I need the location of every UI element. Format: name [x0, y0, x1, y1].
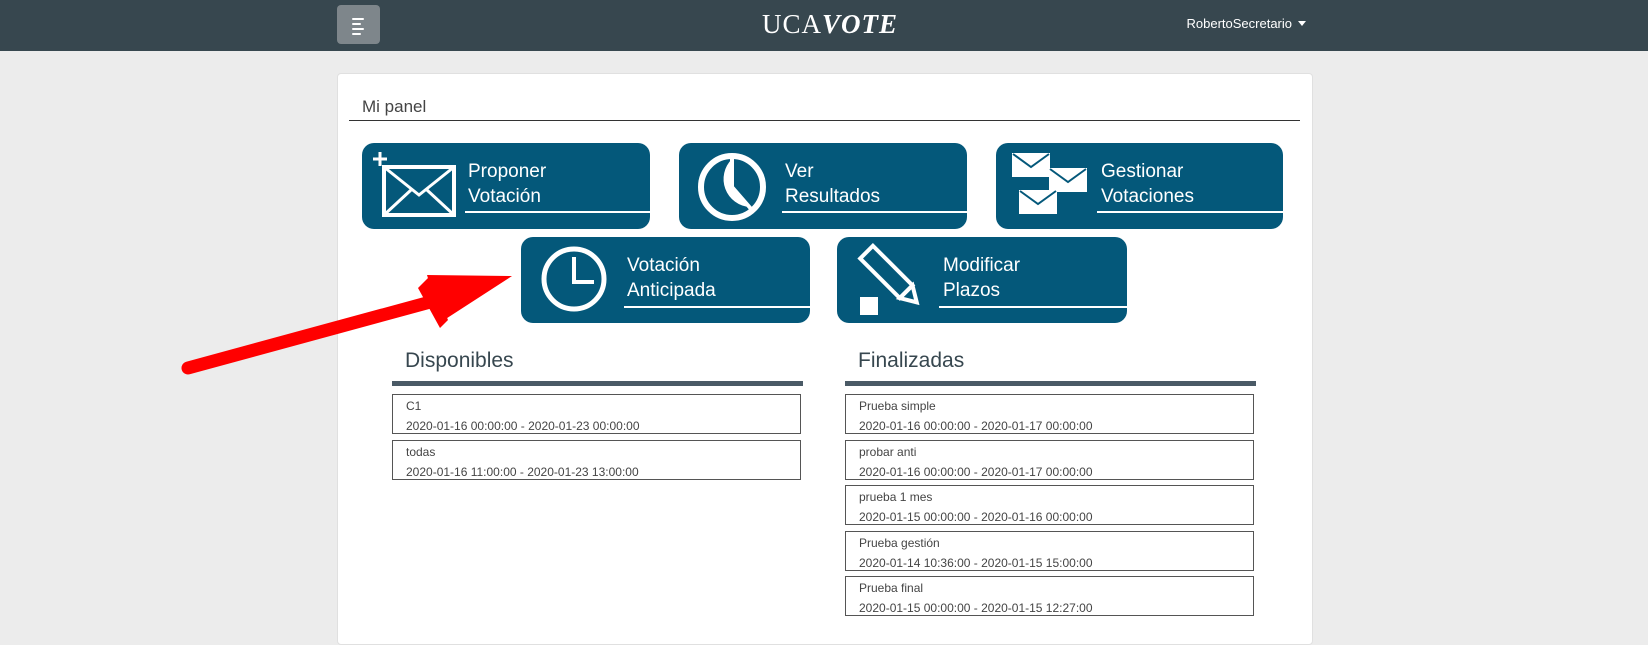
vote-dates: 2020-01-15 00:00:00 - 2020-01-16 00:00:0… — [859, 510, 1093, 524]
user-dropdown[interactable]: RobertoSecretario — [1186, 16, 1306, 31]
available-votes-bar — [392, 381, 803, 386]
modify-deadlines-tile[interactable]: Modificar Plazos — [837, 237, 1127, 323]
menu-icon — [352, 18, 364, 38]
available-vote-item[interactable]: todas 2020-01-16 11:00:00 - 2020-01-23 1… — [392, 440, 801, 480]
tile-underline — [939, 306, 1127, 308]
finished-vote-item[interactable]: Prueba simple 2020-01-16 00:00:00 - 2020… — [845, 394, 1254, 434]
vote-name: probar anti — [859, 445, 917, 459]
logo-text-uca: UCA — [761, 9, 822, 39]
vote-name: Prueba final — [859, 581, 924, 595]
tile-label: Ver Resultados — [785, 161, 881, 207]
finished-vote-item[interactable]: probar anti 2020-01-16 00:00:00 - 2020-0… — [845, 440, 1254, 480]
view-results-tile[interactable]: Ver Resultados — [679, 143, 967, 229]
tile-label: Modificar Plazos — [943, 255, 1021, 301]
caret-down-icon — [1298, 21, 1306, 26]
tile-underline — [1097, 211, 1283, 213]
vote-name: prueba 1 mes — [859, 490, 933, 504]
finished-votes-heading: Finalizadas — [858, 349, 965, 372]
vote-name: C1 — [406, 399, 422, 413]
finished-votes-bar — [845, 381, 1256, 386]
title-divider — [349, 120, 1300, 121]
vote-dates: 2020-01-16 00:00:00 - 2020-01-17 00:00:0… — [859, 419, 1093, 433]
top-navbar: UCAVOTE RobertoSecretario — [0, 0, 1648, 51]
available-vote-item[interactable]: C1 2020-01-16 00:00:00 - 2020-01-23 00:0… — [392, 394, 801, 434]
vote-name: Prueba gestión — [859, 536, 940, 550]
tile-label: Votación Anticipada — [627, 255, 716, 301]
tile-underline — [465, 211, 650, 213]
finished-vote-item[interactable]: prueba 1 mes 2020-01-15 00:00:00 - 2020-… — [845, 485, 1254, 525]
vote-dates: 2020-01-16 11:00:00 - 2020-01-23 13:00:0… — [406, 465, 639, 479]
propose-vote-tile[interactable]: Proponer Votación — [362, 143, 650, 229]
clock-icon — [541, 246, 607, 312]
app-logo[interactable]: UCAVOTE — [700, 6, 960, 42]
tile-label: Proponer Votación — [468, 161, 547, 207]
user-name: RobertoSecretario — [1186, 16, 1293, 31]
pencil-icon — [857, 242, 920, 315]
sidebar-toggle-button[interactable] — [337, 5, 380, 44]
vote-name: todas — [406, 445, 436, 459]
vote-dates: 2020-01-16 00:00:00 - 2020-01-17 00:00:0… — [859, 465, 1093, 479]
add-envelope-icon — [373, 152, 456, 217]
finished-vote-item[interactable]: Prueba final 2020-01-15 00:00:00 - 2020-… — [845, 576, 1254, 616]
early-vote-tile[interactable]: Votación Anticipada — [521, 237, 810, 323]
vote-name: Prueba simple — [859, 399, 936, 413]
page-title: Mi panel — [362, 97, 427, 116]
tile-underline — [782, 211, 967, 213]
logo-text-vote: VOTE — [822, 9, 899, 39]
vote-dates: 2020-01-15 00:00:00 - 2020-01-15 12:27:0… — [859, 601, 1093, 615]
finished-vote-item[interactable]: Prueba gestión 2020-01-14 10:36:00 - 202… — [845, 531, 1254, 571]
vote-dates: 2020-01-14 10:36:00 - 2020-01-15 15:00:0… — [859, 556, 1093, 570]
tile-label: Gestionar Votaciones — [1101, 161, 1194, 207]
tile-underline — [624, 306, 810, 308]
manage-votes-tile[interactable]: Gestionar Votaciones — [996, 143, 1283, 229]
vote-dates: 2020-01-16 00:00:00 - 2020-01-23 00:00:0… — [406, 419, 640, 433]
pie-chart-icon — [698, 153, 766, 221]
envelopes-icon — [1012, 153, 1087, 214]
available-votes-heading: Disponibles — [405, 349, 514, 372]
